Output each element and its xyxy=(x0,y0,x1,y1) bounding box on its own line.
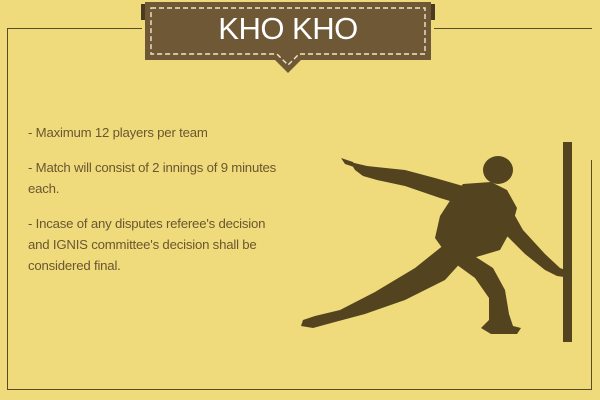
rule-item: - Incase of any disputes referee's decis… xyxy=(28,216,266,273)
rules-list: - Maximum 12 players per team - Match wi… xyxy=(28,122,290,290)
frame-right-line xyxy=(591,160,592,390)
rule-item: - Maximum 12 players per team xyxy=(28,125,208,140)
title-banner: KHO KHO xyxy=(141,0,435,74)
rule-item: - Match will consist of 2 innings of 9 m… xyxy=(28,160,277,196)
frame-top-left-line xyxy=(7,28,142,29)
frame-left-line xyxy=(7,28,8,390)
player-silhouette-icon xyxy=(301,156,571,334)
frame-bottom-line xyxy=(7,389,592,390)
kho-kho-card: KHO KHO - Maximum 12 players per team - … xyxy=(0,0,600,400)
frame-top-right-line xyxy=(434,28,592,29)
banner-title: KHO KHO xyxy=(218,11,358,46)
